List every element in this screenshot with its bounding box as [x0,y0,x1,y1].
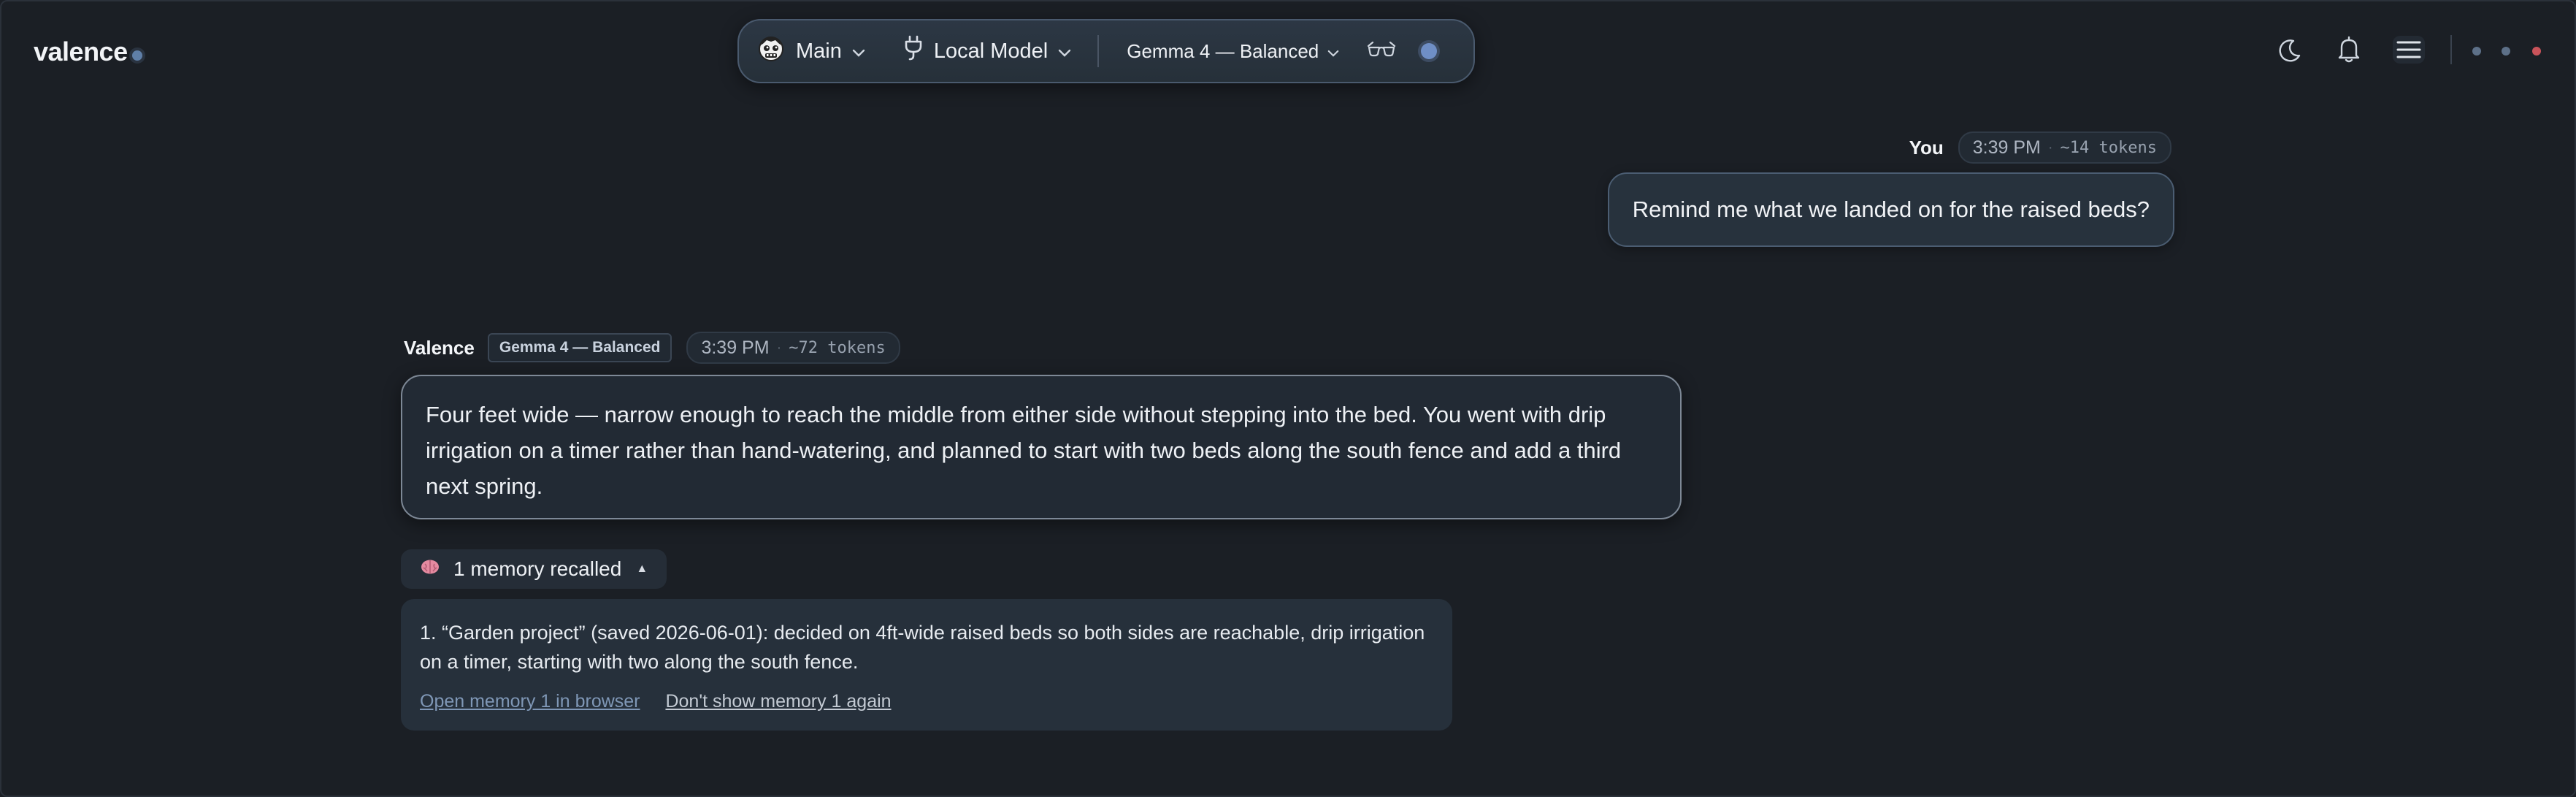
meta-separator: · [2047,139,2053,156]
chevron-down-icon [1058,39,1071,64]
notifications-button[interactable] [2336,35,2362,68]
plug-icon [903,35,924,67]
message-token-count: ~14 tokens [2060,138,2157,157]
open-memory-link[interactable]: Open memory 1 in browser [420,691,640,712]
memory-panel: 1. “Garden project” (saved 2026-06-01): … [401,599,1452,731]
workspace-selector[interactable]: Main [756,34,865,69]
toolbar-divider [1097,35,1100,67]
model-source-label: Local Model [933,39,1049,63]
brand-name: valence [34,37,128,66]
glasses-toggle[interactable] [1367,39,1396,64]
message-meta-chip: 3:39 PM · ~72 tokens [686,332,900,364]
message-author: You [1909,136,1944,159]
model-badge: Gemma 4 — Balanced [487,333,672,362]
theme-toggle-button[interactable] [2276,38,2302,68]
window-dot-minimize[interactable] [2472,47,2481,56]
model-selector[interactable]: Gemma 4 — Balanced [1127,39,1339,64]
window-dot-close[interactable] [2532,47,2541,56]
meta-separator: · [776,339,782,356]
user-message-meta: You 3:39 PM · ~14 tokens [1909,131,2171,164]
message-token-count: ~72 tokens [789,338,886,357]
brand-status-dot [131,50,142,61]
assistant-message-meta: Valence Gemma 4 — Balanced 3:39 PM · ~72… [404,332,900,364]
message-author: Valence [404,336,475,359]
connection-status-dot [1421,43,1438,59]
mascot-face-icon [756,34,786,69]
caret-up-icon: ▲ [636,563,648,575]
memory-item-actions: Open memory 1 in browser Don't show memo… [420,687,892,716]
moon-icon [2276,39,2302,67]
message-time: 3:39 PM [701,337,770,358]
glasses-icon [1367,39,1396,64]
header-divider [2450,35,2452,64]
brain-icon [420,557,440,581]
hide-memory-link[interactable]: Don't show memory 1 again [665,691,891,712]
window-dot-maximize[interactable] [2502,47,2510,56]
model-label: Gemma 4 — Balanced [1127,39,1319,62]
chevron-down-icon [1327,39,1339,64]
top-toolbar: Main Local Model Gemma 4 — Balanced [737,19,1475,83]
brand-logo: valence [34,37,142,67]
user-message-bubble: Remind me what we landed on for the rais… [1607,172,2174,247]
message-time: 3:39 PM [1972,137,2041,158]
memory-recalled-toggle[interactable]: 1 memory recalled ▲ [401,549,667,589]
memory-toggle-label: 1 memory recalled [453,557,622,580]
assistant-message-bubble: Four feet wide — narrow enough to reach … [401,375,1682,519]
memory-item-text: 1. “Garden project” (saved 2026-06-01): … [420,622,1425,673]
workspace-label: Main [796,39,842,63]
hamburger-menu-icon [2392,36,2426,67]
chevron-down-icon [852,39,865,64]
message-meta-chip: 3:39 PM · ~14 tokens [1958,131,2171,164]
bell-icon [2336,36,2362,67]
main-menu-button[interactable] [2392,35,2426,68]
model-source-selector[interactable]: Local Model [903,35,1071,67]
